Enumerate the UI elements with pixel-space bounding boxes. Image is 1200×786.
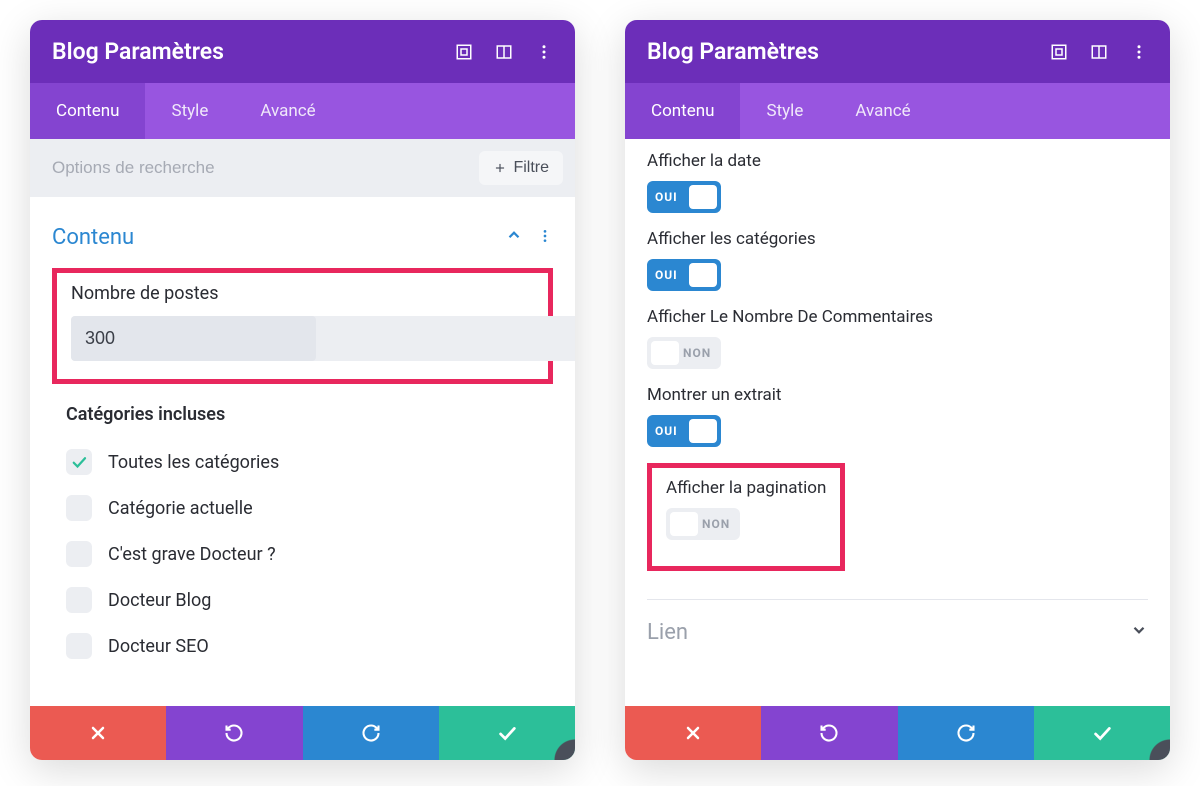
- toggle-knob: [689, 419, 717, 443]
- section-title: Contenu: [52, 225, 505, 250]
- toggle-switch[interactable]: NON: [647, 337, 721, 369]
- filter-button[interactable]: Filtre: [479, 151, 563, 185]
- category-label: Catégorie actuelle: [108, 498, 253, 519]
- toggle-row: Montrer un extrait OUI: [647, 385, 1148, 447]
- toggle-label: Montrer un extrait: [647, 385, 1148, 405]
- post-count-input[interactable]: [71, 316, 316, 361]
- section-lien-header[interactable]: Lien: [647, 599, 1148, 663]
- toggle-switch[interactable]: OUI: [647, 259, 721, 291]
- toggle-knob: [670, 512, 698, 536]
- tab-avance[interactable]: Avancé: [234, 83, 341, 139]
- settings-panel-right: Blog Paramètres Contenu Style Avancé Aff…: [625, 20, 1170, 760]
- category-item[interactable]: Docteur Blog: [66, 577, 539, 623]
- redo-button[interactable]: [898, 706, 1034, 760]
- settings-panel-left: Blog Paramètres Contenu Style Avancé Fil…: [30, 20, 575, 760]
- checkbox[interactable]: [66, 587, 92, 613]
- category-item[interactable]: Catégorie actuelle: [66, 485, 539, 531]
- checkbox[interactable]: [66, 495, 92, 521]
- content-area: Contenu Nombre de postes Catégories incl…: [30, 197, 575, 706]
- section-contenu-header[interactable]: Contenu: [52, 215, 553, 268]
- toggle-text: OUI: [655, 268, 678, 282]
- categories-label: Catégories incluses: [66, 404, 539, 425]
- panel-title: Blog Paramètres: [647, 38, 1050, 65]
- tab-style[interactable]: Style: [740, 83, 829, 139]
- highlight-pagination: Afficher la pagination NON: [647, 463, 845, 571]
- toggle-text: OUI: [655, 190, 678, 204]
- tab-avance[interactable]: Avancé: [829, 83, 936, 139]
- highlight-post-count: Nombre de postes: [52, 268, 553, 384]
- toggle-row: Afficher Le Nombre De Commentaires NON: [647, 307, 1148, 369]
- category-item[interactable]: Toutes les catégories: [66, 439, 539, 485]
- section-title: Lien: [647, 620, 1130, 645]
- panel-header: Blog Paramètres: [625, 20, 1170, 83]
- fullscreen-icon[interactable]: [1050, 43, 1068, 61]
- toggle-label: Afficher Le Nombre De Commentaires: [647, 307, 1148, 327]
- content-area: Afficher la dateOUIAfficher les catégori…: [625, 139, 1170, 706]
- category-item[interactable]: Docteur SEO: [66, 623, 539, 669]
- post-count-label: Nombre de postes: [71, 283, 534, 304]
- toggle-row: Afficher la pagination NON: [666, 478, 826, 540]
- toggle-knob: [689, 185, 717, 209]
- cancel-button[interactable]: [30, 706, 166, 760]
- category-item[interactable]: C'est grave Docteur ?: [66, 531, 539, 577]
- panel-header: Blog Paramètres: [30, 20, 575, 83]
- toggle-label: Afficher la date: [647, 151, 1148, 171]
- toggle-text: NON: [683, 346, 711, 360]
- checkbox[interactable]: [66, 449, 92, 475]
- tabs: Contenu Style Avancé: [30, 83, 575, 139]
- categories-list: Toutes les catégories Catégorie actuelle C…: [66, 439, 539, 669]
- checkbox[interactable]: [66, 633, 92, 659]
- cancel-button[interactable]: [625, 706, 761, 760]
- toggle-switch[interactable]: OUI: [647, 181, 721, 213]
- header-icons: [455, 43, 553, 61]
- tab-style[interactable]: Style: [145, 83, 234, 139]
- header-icons: [1050, 43, 1148, 61]
- panel-toggle-icon[interactable]: [495, 43, 513, 61]
- section-more-icon[interactable]: [537, 225, 553, 250]
- filter-label: Filtre: [513, 159, 549, 177]
- undo-button[interactable]: [166, 706, 302, 760]
- footer-actions: [30, 706, 575, 760]
- category-label: Toutes les catégories: [108, 452, 279, 473]
- chevron-up-icon: [505, 225, 523, 250]
- undo-button[interactable]: [761, 706, 897, 760]
- search-row: Filtre: [30, 139, 575, 197]
- more-icon[interactable]: [1130, 43, 1148, 61]
- toggle-knob: [689, 263, 717, 287]
- category-label: Docteur SEO: [108, 636, 209, 657]
- category-label: Docteur Blog: [108, 590, 211, 611]
- redo-button[interactable]: [303, 706, 439, 760]
- footer-actions: [625, 706, 1170, 760]
- resize-handle[interactable]: [547, 732, 575, 760]
- toggle-knob: [651, 341, 679, 365]
- tab-contenu[interactable]: Contenu: [30, 83, 145, 139]
- tabs: Contenu Style Avancé: [625, 83, 1170, 139]
- toggle-label: Afficher la pagination: [666, 478, 826, 498]
- resize-handle[interactable]: [1142, 732, 1170, 760]
- toggle-text: OUI: [655, 424, 678, 438]
- category-label: C'est grave Docteur ?: [108, 544, 276, 565]
- panel-title: Blog Paramètres: [52, 38, 455, 65]
- search-input[interactable]: [52, 158, 479, 178]
- toggle-row: Afficher les catégories OUI: [647, 229, 1148, 291]
- checkbox[interactable]: [66, 541, 92, 567]
- chevron-down-icon: [1130, 620, 1148, 645]
- panel-toggle-icon[interactable]: [1090, 43, 1108, 61]
- toggle-switch[interactable]: NON: [666, 508, 740, 540]
- toggle-row: Afficher la date OUI: [647, 151, 1148, 213]
- more-icon[interactable]: [535, 43, 553, 61]
- toggle-switch[interactable]: OUI: [647, 415, 721, 447]
- tab-contenu[interactable]: Contenu: [625, 83, 740, 139]
- toggle-text: NON: [702, 517, 730, 531]
- fullscreen-icon[interactable]: [455, 43, 473, 61]
- toggle-label: Afficher les catégories: [647, 229, 1148, 249]
